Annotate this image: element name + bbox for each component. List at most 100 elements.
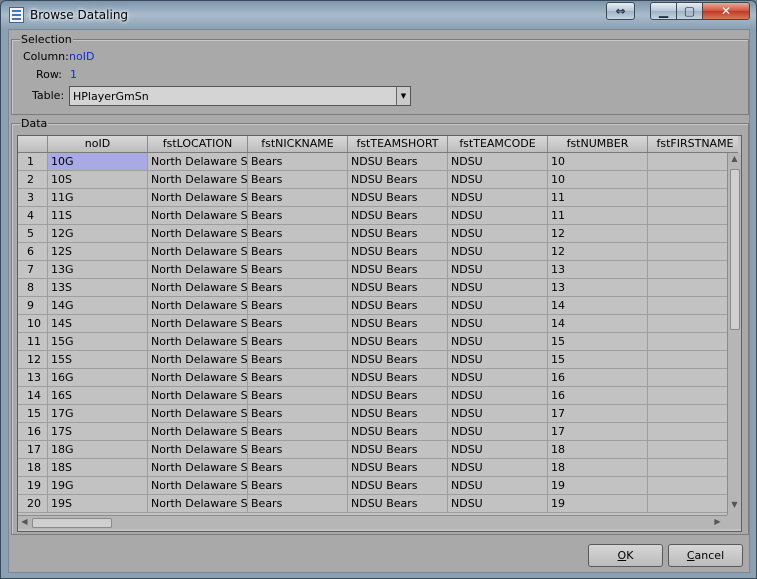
table-cell[interactable]: NDSU [448, 243, 548, 261]
table-row[interactable]: 1215SNorth Delaware StatBearsNDSU BearsN… [18, 351, 727, 369]
table-row[interactable]: 713GNorth Delaware StatBearsNDSU BearsND… [18, 261, 727, 279]
table-cell[interactable] [648, 459, 727, 477]
table-row[interactable]: 1416SNorth Delaware StatBearsNDSU BearsN… [18, 387, 727, 405]
scroll-left-icon[interactable]: ◀ [18, 517, 31, 526]
table-cell[interactable]: North Delaware Stat [148, 225, 248, 243]
title-bar[interactable]: Browse Dataling ⇔ ▁ ▢ ✕ [1, 1, 756, 29]
column-header[interactable]: fstFIRSTNAME [648, 136, 741, 152]
table-cell[interactable] [648, 153, 727, 171]
table-cell[interactable]: 13G [48, 261, 148, 279]
table-cell[interactable]: NDSU [448, 153, 548, 171]
table-cell[interactable]: 14 [548, 297, 648, 315]
column-header[interactable]: fstNICKNAME [248, 136, 348, 152]
table-cell[interactable]: 17 [548, 423, 648, 441]
table-cell[interactable]: Bears [248, 477, 348, 495]
column-header[interactable]: noID [48, 136, 148, 152]
table-row[interactable]: 110GNorth Delaware StatBearsNDSU BearsND… [18, 153, 727, 171]
table-row[interactable]: 1115GNorth Delaware StatBearsNDSU BearsN… [18, 333, 727, 351]
table-cell[interactable]: 17S [48, 423, 148, 441]
table-row[interactable]: 914GNorth Delaware StatBearsNDSU BearsND… [18, 297, 727, 315]
table-cell[interactable]: 11G [48, 189, 148, 207]
table-cell[interactable]: North Delaware Stat [148, 405, 248, 423]
table-cell[interactable]: NDSU [448, 423, 548, 441]
ok-button[interactable]: OK [588, 544, 663, 567]
table-cell[interactable]: 18G [48, 441, 148, 459]
table-cell[interactable]: Bears [248, 189, 348, 207]
table-cell[interactable]: North Delaware Stat [148, 189, 248, 207]
table-cell[interactable]: Bears [248, 279, 348, 297]
table-cell[interactable]: NDSU Bears [348, 189, 448, 207]
table-cell[interactable]: 18 [548, 441, 648, 459]
scroll-up-icon[interactable]: ▲ [728, 154, 741, 163]
table-cell[interactable]: Bears [248, 153, 348, 171]
table-cell[interactable] [648, 351, 727, 369]
column-header[interactable]: fstNUMBER [548, 136, 648, 152]
table-cell[interactable] [648, 297, 727, 315]
table-cell[interactable]: 12 [548, 243, 648, 261]
table-cell[interactable]: NDSU Bears [348, 153, 448, 171]
horizontal-scrollbar[interactable]: ◀ ▶ [18, 515, 727, 529]
table-row[interactable]: 1718GNorth Delaware StatBearsNDSU BearsN… [18, 441, 727, 459]
table-cell[interactable]: Bears [248, 459, 348, 477]
table-row[interactable]: 210SNorth Delaware StatBearsNDSU BearsND… [18, 171, 727, 189]
table-cell[interactable]: 10 [548, 153, 648, 171]
table-row[interactable]: 2019SNorth Delaware StatBearsNDSU BearsN… [18, 495, 727, 513]
table-cell[interactable]: 19 [548, 477, 648, 495]
data-grid[interactable]: noID fstLOCATION fstNICKNAME fstTEAMSHORT fs… [17, 135, 742, 532]
vertical-scroll-thumb[interactable] [730, 169, 740, 330]
table-cell[interactable] [648, 423, 727, 441]
table-cell[interactable] [648, 405, 727, 423]
table-cell[interactable]: North Delaware Stat [148, 315, 248, 333]
table-cell[interactable]: Bears [248, 171, 348, 189]
table-cell[interactable]: Bears [248, 405, 348, 423]
table-cell[interactable]: NDSU Bears [348, 387, 448, 405]
table-cell[interactable]: North Delaware Stat [148, 423, 248, 441]
table-cell[interactable]: NDSU Bears [348, 297, 448, 315]
table-cell[interactable]: North Delaware Stat [148, 297, 248, 315]
table-row[interactable]: 813SNorth Delaware StatBearsNDSU BearsND… [18, 279, 727, 297]
table-cell[interactable]: NDSU [448, 387, 548, 405]
table-cell[interactable]: 19G [48, 477, 148, 495]
table-cell[interactable]: 14G [48, 297, 148, 315]
table-cell[interactable] [648, 243, 727, 261]
table-cell[interactable]: North Delaware Stat [148, 351, 248, 369]
table-row[interactable]: 1316GNorth Delaware StatBearsNDSU BearsN… [18, 369, 727, 387]
table-cell[interactable]: North Delaware Stat [148, 207, 248, 225]
table-cell[interactable] [648, 171, 727, 189]
table-cell[interactable]: NDSU [448, 405, 548, 423]
table-cell[interactable]: NDSU Bears [348, 261, 448, 279]
table-cell[interactable]: 11 [548, 207, 648, 225]
table-cell[interactable] [648, 369, 727, 387]
table-row[interactable]: 1517GNorth Delaware StatBearsNDSU BearsN… [18, 405, 727, 423]
table-cell[interactable]: 11 [548, 189, 648, 207]
table-cell[interactable]: 12 [548, 225, 648, 243]
table-row[interactable]: 1818SNorth Delaware StatBearsNDSU BearsN… [18, 459, 727, 477]
table-cell[interactable]: NDSU Bears [348, 333, 448, 351]
resize-button[interactable]: ⇔ [606, 2, 635, 20]
column-header[interactable]: fstTEAMCODE [448, 136, 548, 152]
table-cell[interactable]: North Delaware Stat [148, 387, 248, 405]
table-cell[interactable]: NDSU [448, 297, 548, 315]
table-cell[interactable]: 15S [48, 351, 148, 369]
table-cell[interactable]: North Delaware Stat [148, 261, 248, 279]
table-cell[interactable]: 13S [48, 279, 148, 297]
scroll-down-icon[interactable]: ▼ [728, 500, 741, 509]
table-cell[interactable]: NDSU [448, 189, 548, 207]
table-cell[interactable]: North Delaware Stat [148, 243, 248, 261]
table-cell[interactable]: North Delaware Stat [148, 153, 248, 171]
table-cell[interactable] [648, 333, 727, 351]
table-cell[interactable]: Bears [248, 441, 348, 459]
table-cell[interactable]: 16 [548, 369, 648, 387]
table-cell[interactable]: Bears [248, 423, 348, 441]
table-cell[interactable]: 10G [48, 153, 148, 171]
table-cell[interactable]: 15 [548, 333, 648, 351]
table-row[interactable]: 612SNorth Delaware StatBearsNDSU BearsND… [18, 243, 727, 261]
table-cell[interactable]: Bears [248, 495, 348, 513]
table-select[interactable]: HPlayerGmSn ▼ [69, 86, 411, 106]
table-cell[interactable]: Bears [248, 333, 348, 351]
table-cell[interactable]: North Delaware Stat [148, 369, 248, 387]
table-cell[interactable]: NDSU [448, 225, 548, 243]
table-cell[interactable]: NDSU [448, 369, 548, 387]
table-row[interactable]: 1617SNorth Delaware StatBearsNDSU BearsN… [18, 423, 727, 441]
table-cell[interactable]: Bears [248, 261, 348, 279]
